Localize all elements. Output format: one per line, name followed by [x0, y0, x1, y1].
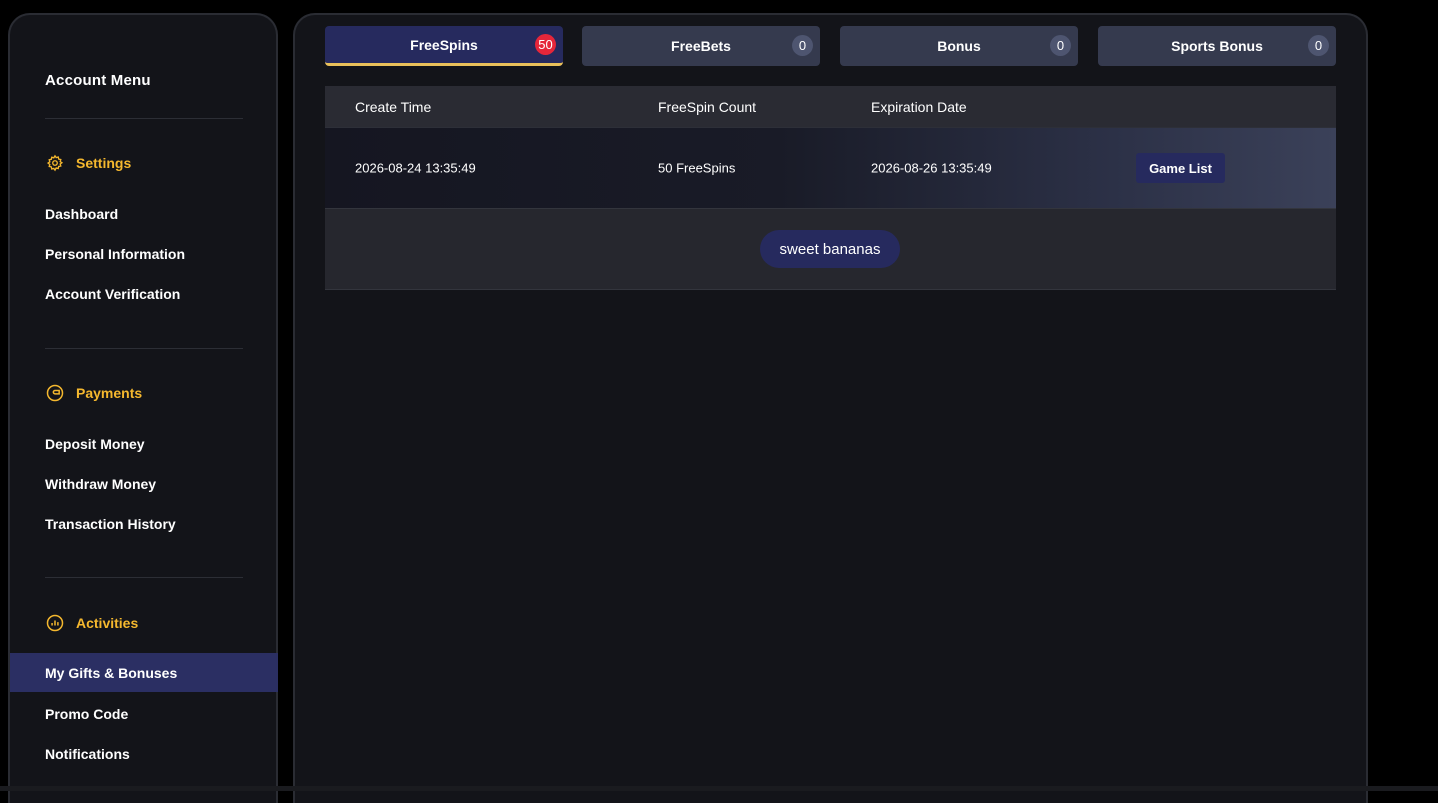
cell-create-time: 2026-08-24 13:35:49 — [355, 160, 476, 176]
column-header-freespin-count: FreeSpin Count — [658, 98, 757, 115]
sidebar-item-dashboard[interactable]: Dashboard — [10, 194, 278, 233]
sidebar-divider — [45, 577, 243, 578]
sidebar-item-notifications[interactable]: Notifications — [10, 734, 278, 773]
sidebar-item-withdraw-money[interactable]: Withdraw Money — [10, 464, 278, 503]
tab-freebets[interactable]: FreeBets 0 — [582, 26, 820, 66]
account-sidebar: Account Menu Settings Dashboard Personal… — [8, 13, 278, 803]
sidebar-item-deposit-money[interactable]: Deposit Money — [10, 424, 278, 463]
cell-freespin-count: 50 FreeSpins — [658, 160, 736, 176]
game-list-button[interactable]: Game List — [1136, 153, 1225, 183]
tab-sports-bonus[interactable]: Sports Bonus 0 — [1098, 26, 1336, 66]
section-activities-label: Activities — [76, 615, 139, 631]
sidebar-item-my-gifts-bonuses[interactable]: My Gifts & Bonuses — [10, 653, 278, 692]
sidebar-item-personal-information[interactable]: Personal Information — [10, 234, 278, 273]
column-header-expiration-date: Expiration Date — [871, 98, 967, 115]
tab-bonus[interactable]: Bonus 0 — [840, 26, 1078, 66]
gear-icon — [45, 153, 65, 173]
sidebar-divider — [45, 348, 243, 349]
game-list-panel: sweet bananas — [325, 208, 1336, 290]
sidebar-title: Account Menu — [45, 72, 151, 89]
chart-circle-icon — [45, 613, 65, 633]
table-header: Create Time FreeSpin Count Expiration Da… — [325, 86, 1336, 127]
tab-bonus-count-badge: 0 — [1050, 35, 1071, 56]
column-header-create-time: Create Time — [355, 98, 432, 115]
section-settings: Settings — [45, 152, 131, 174]
section-payments: Payments — [45, 382, 142, 404]
section-activities: Activities — [45, 612, 138, 634]
tab-sports-bonus-label: Sports Bonus — [1171, 38, 1263, 54]
tab-freebets-count-badge: 0 — [792, 35, 813, 56]
wallet-icon — [45, 383, 65, 403]
sidebar-item-promo-code[interactable]: Promo Code — [10, 694, 278, 733]
game-pill-sweet-bananas[interactable]: sweet bananas — [760, 230, 900, 268]
sidebar-item-account-verification[interactable]: Account Verification — [10, 274, 278, 313]
section-payments-label: Payments — [76, 385, 143, 401]
tab-bonus-label: Bonus — [937, 38, 981, 54]
cell-expiration-date: 2026-08-26 13:35:49 — [871, 160, 992, 176]
sidebar-item-transaction-history[interactable]: Transaction History — [10, 504, 278, 543]
tab-freespins-count-badge: 50 — [535, 34, 556, 55]
tab-freespins-label: FreeSpins — [410, 36, 478, 53]
bonuses-panel: FreeSpins 50 FreeBets 0 Bonus 0 Sports B… — [293, 13, 1368, 803]
page-bottom-edge — [0, 786, 1438, 791]
sidebar-divider — [45, 118, 243, 119]
table-row: 2026-08-24 13:35:49 50 FreeSpins 2026-08… — [325, 127, 1336, 208]
tab-freebets-label: FreeBets — [671, 38, 731, 54]
tab-sports-bonus-count-badge: 0 — [1308, 35, 1329, 56]
tab-freespins[interactable]: FreeSpins 50 — [325, 26, 563, 66]
section-settings-label: Settings — [76, 155, 132, 171]
